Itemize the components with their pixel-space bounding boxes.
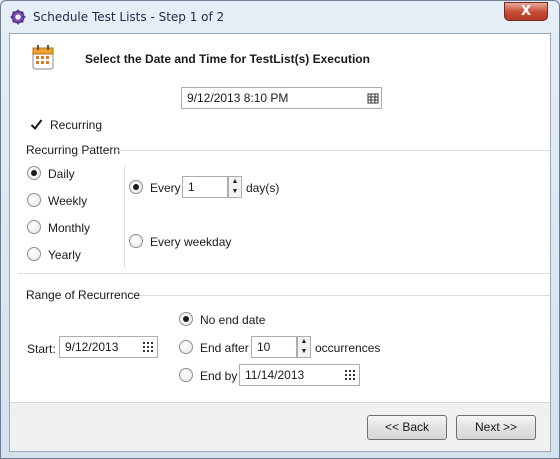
no-end-date-label: No end date	[200, 313, 266, 327]
radio-monthly[interactable]	[27, 220, 41, 234]
recurring-pattern-group	[18, 150, 550, 274]
radio-daily[interactable]	[27, 166, 41, 180]
every-weekday-label: Every weekday	[150, 235, 232, 249]
radio-yearly[interactable]	[27, 247, 41, 261]
end-by-date-input[interactable]: 11/14/2013	[239, 364, 360, 386]
datetime-input[interactable]: 9/12/2013 8:10 PM	[181, 87, 382, 109]
radio-every-weekday[interactable]	[129, 234, 143, 248]
recurring-label: Recurring	[50, 118, 103, 132]
close-button[interactable]: X	[504, 2, 548, 21]
spin-up-icon[interactable]: ▲	[298, 337, 310, 347]
datetime-picker-icon[interactable]	[365, 88, 381, 108]
back-button[interactable]: << Back	[367, 415, 447, 440]
start-date-picker-icon[interactable]	[139, 337, 157, 357]
spin-down-icon[interactable]: ▼	[298, 347, 310, 357]
every-label: Every	[150, 181, 181, 195]
start-label: Start:	[27, 342, 56, 356]
occurrences-label: occurrences	[315, 341, 381, 355]
every-days-spinner[interactable]: ▲ ▼	[228, 176, 242, 198]
spin-down-icon[interactable]: ▼	[229, 187, 241, 197]
calendar-icon	[32, 45, 54, 70]
title-bar[interactable]: Schedule Test Lists - Step 1 of 2 X	[1, 1, 559, 31]
datetime-value: 9/12/2013 8:10 PM	[187, 91, 289, 105]
dialog-footer: << Back Next >>	[10, 402, 550, 451]
every-days-input[interactable]: 1 ▲ ▼	[182, 176, 242, 198]
end-by-date-picker-icon[interactable]	[341, 365, 359, 385]
next-button[interactable]: Next >>	[456, 415, 536, 440]
end-by-date-value: 11/14/2013	[245, 368, 305, 382]
app-gear-icon	[10, 9, 26, 25]
divider	[140, 295, 550, 296]
radio-end-after[interactable]	[179, 340, 193, 354]
page-heading: Select the Date and Time for TestList(s)…	[85, 52, 370, 66]
radio-daily-label: Daily	[48, 167, 75, 181]
radio-yearly-label: Yearly	[48, 248, 81, 262]
start-date-input[interactable]: 9/12/2013	[59, 336, 158, 358]
start-date-value: 9/12/2013	[65, 340, 119, 354]
radio-weekly[interactable]	[27, 193, 41, 207]
end-after-input[interactable]: 10 ▲ ▼	[251, 336, 311, 358]
radio-weekly-label: Weekly	[48, 194, 88, 208]
recurring-checkbox[interactable]	[30, 118, 43, 131]
spin-up-icon[interactable]: ▲	[229, 177, 241, 187]
radio-end-by[interactable]	[179, 368, 193, 382]
radio-every-n-days[interactable]	[129, 180, 143, 194]
radio-no-end-date[interactable]	[179, 312, 193, 326]
end-after-value: 10	[257, 340, 271, 354]
range-group-label: Range of Recurrence	[26, 288, 141, 302]
divider	[124, 165, 125, 268]
end-after-spinner[interactable]: ▲ ▼	[297, 336, 311, 358]
checkmark-icon	[30, 119, 43, 131]
end-by-label: End by	[200, 369, 238, 383]
days-label: day(s)	[246, 181, 280, 195]
radio-monthly-label: Monthly	[48, 221, 91, 235]
dialog-client-area: Select the Date and Time for TestList(s)…	[9, 33, 551, 452]
schedule-dialog-window: Schedule Test Lists - Step 1 of 2 X Sele…	[0, 0, 560, 459]
end-after-label: End after	[200, 341, 249, 355]
window-title: Schedule Test Lists - Step 1 of 2	[33, 10, 225, 24]
every-days-value: 1	[188, 180, 195, 194]
